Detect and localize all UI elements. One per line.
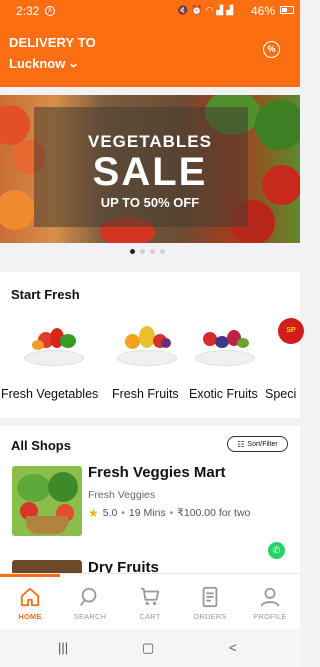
wifi-icon: ◠ bbox=[205, 5, 214, 15]
location-selector[interactable]: Lucknow ⌄ bbox=[9, 56, 80, 71]
recent-apps-icon[interactable]: ||| bbox=[58, 640, 68, 655]
bottom-navigation: HOME SEARCH CART ORDERS PROFILE bbox=[0, 573, 300, 629]
banner-heading: VEGETABLES bbox=[88, 132, 212, 151]
active-tab-indicator bbox=[0, 574, 60, 577]
app-header: 2:32 b 🔇 ⏰ ◠ ▟ ▟ 46% DELIVERY TO Lucknow… bbox=[0, 0, 300, 87]
shop-meta: ★ 5.0 • 19 Mins • ₹100.00 for two bbox=[88, 506, 250, 520]
system-icons: 🔇 ⏰ ◠ ▟ ▟ bbox=[177, 5, 233, 15]
shop-name: Fresh Veggies Mart bbox=[88, 464, 226, 481]
sort-filter-button[interactable]: ☷ Sort/Filter bbox=[227, 436, 288, 452]
back-icon[interactable]: < bbox=[229, 640, 237, 655]
status-bar: 2:32 b 🔇 ⏰ ◠ ▟ ▟ 46% bbox=[0, 4, 300, 18]
filter-icon: ☷ bbox=[237, 439, 245, 449]
city-name: Lucknow bbox=[9, 56, 66, 71]
shop-rating: 5.0 bbox=[102, 507, 118, 519]
system-navigation-bar: ||| ▢ < bbox=[0, 629, 300, 667]
nav-label: CART bbox=[139, 612, 161, 621]
home-button-icon[interactable]: ▢ bbox=[142, 640, 154, 656]
profile-icon bbox=[260, 587, 280, 607]
vegetables-icon[interactable] bbox=[24, 322, 84, 366]
section-title: Start Fresh bbox=[11, 287, 80, 302]
signal-icon-2: ▟ bbox=[226, 5, 234, 15]
shop-eta: 19 Mins bbox=[128, 507, 166, 519]
nav-label: HOME bbox=[18, 612, 42, 621]
nav-home[interactable]: HOME bbox=[0, 586, 60, 621]
nav-cart[interactable]: CART bbox=[120, 586, 180, 621]
category-label[interactable]: Fresh Vegetables bbox=[1, 387, 98, 401]
separator-dot: • bbox=[121, 507, 125, 519]
status-time: 2:32 bbox=[16, 4, 40, 18]
nav-search[interactable]: SEARCH bbox=[60, 586, 120, 621]
banner-title: SALE bbox=[92, 150, 208, 194]
offers-icon[interactable]: % bbox=[263, 41, 280, 58]
battery-percent: 46% bbox=[251, 4, 276, 18]
category-label[interactable]: Fresh Fruits bbox=[112, 387, 179, 401]
leafy-greens-image bbox=[60, 334, 76, 348]
carousel-indicator bbox=[130, 249, 165, 254]
plate-image bbox=[195, 350, 255, 366]
category-label[interactable]: Exotic Fruits bbox=[189, 387, 258, 401]
carousel-dot[interactable] bbox=[140, 249, 145, 254]
orange-image bbox=[125, 334, 140, 349]
orders-icon bbox=[202, 586, 218, 608]
plate-image bbox=[24, 350, 84, 366]
cart-icon bbox=[140, 587, 160, 606]
nav-orders[interactable]: ORDERS bbox=[180, 586, 240, 621]
kiwi-image bbox=[237, 338, 249, 348]
start-fresh-section: Start Fresh Fresh Vegetables Fresh Fruit… bbox=[0, 272, 304, 418]
notification-icon: b bbox=[45, 6, 55, 16]
carousel-dot[interactable] bbox=[130, 249, 135, 254]
nav-label: SEARCH bbox=[73, 612, 107, 621]
all-shops-section: All Shops ☷ Sort/Filter Fresh Veggies Ma… bbox=[0, 426, 300, 576]
carrot-image bbox=[32, 340, 44, 350]
home-icon bbox=[20, 587, 40, 607]
alarm-icon: ⏰ bbox=[191, 5, 203, 15]
shop-price: ₹100.00 for two bbox=[177, 507, 251, 519]
category-label[interactable]: Speci bbox=[265, 387, 296, 401]
star-icon: ★ bbox=[88, 506, 99, 520]
basket-image bbox=[26, 516, 68, 534]
banner-subtitle: UP TO 50% OFF bbox=[100, 195, 200, 210]
sort-filter-label: Sort/Filter bbox=[247, 440, 278, 448]
berries-icon[interactable] bbox=[195, 322, 255, 366]
shop-image bbox=[12, 466, 82, 536]
section-title: All Shops bbox=[11, 438, 71, 453]
plate-image bbox=[117, 350, 177, 366]
nav-label: ORDERS bbox=[193, 612, 227, 621]
shop-category: Fresh Veggies bbox=[88, 489, 156, 501]
special-sale-icon[interactable]: SP bbox=[278, 318, 304, 344]
carousel-dot[interactable] bbox=[150, 249, 155, 254]
broccoli-image bbox=[48, 472, 78, 502]
mute-icon: 🔇 bbox=[177, 5, 189, 15]
pineapple-image bbox=[139, 326, 155, 348]
search-icon bbox=[80, 587, 97, 606]
promo-banner[interactable]: VEGETABLES SALE UP TO 50% OFF bbox=[0, 95, 300, 243]
chevron-down-icon: ⌄ bbox=[67, 58, 80, 70]
carousel-dot[interactable] bbox=[160, 249, 165, 254]
separator-dot: • bbox=[169, 507, 174, 519]
signal-icon: ▟ bbox=[216, 5, 224, 15]
lettuce-image bbox=[17, 474, 51, 502]
delivery-label: DELIVERY TO bbox=[9, 35, 96, 50]
fruits-icon[interactable] bbox=[117, 322, 177, 366]
nav-label: PROFILE bbox=[253, 612, 287, 621]
grape-image bbox=[161, 338, 171, 348]
battery-icon bbox=[280, 6, 294, 14]
whatsapp-icon[interactable]: ✆ bbox=[268, 542, 285, 559]
nav-profile[interactable]: PROFILE bbox=[240, 586, 300, 621]
